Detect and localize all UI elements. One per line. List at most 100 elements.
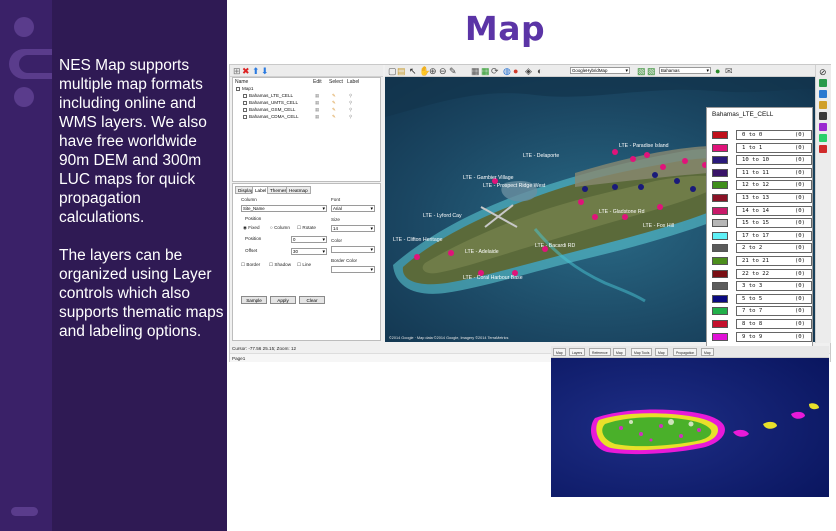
column-radio[interactable]: ○ Column (270, 225, 290, 230)
tool-icon-blue[interactable] (819, 90, 827, 98)
inset-tab[interactable]: Map (613, 348, 626, 356)
tool-icon-yellow[interactable] (819, 101, 827, 109)
move-up-icon[interactable]: ⬆ (252, 66, 260, 76)
new-map-icon[interactable]: ▢ (388, 66, 397, 76)
inset-tab[interactable]: Map Tools (631, 348, 653, 356)
map-layer2-icon[interactable]: ▧ (647, 66, 656, 76)
site-marker[interactable] (690, 186, 696, 192)
inset-tab[interactable]: Map (553, 348, 566, 356)
column-select[interactable]: Site_Name (241, 205, 327, 212)
site-marker[interactable] (674, 178, 680, 184)
earth-icon[interactable]: ◐ (537, 66, 542, 76)
tab-heatmap[interactable]: Heatmap (286, 186, 311, 194)
edit-icon[interactable]: ▦ (315, 93, 319, 99)
root-checkbox[interactable] (236, 86, 240, 91)
tool-icon-dark[interactable] (819, 112, 827, 120)
offset-select[interactable]: 30 (291, 248, 327, 255)
move-down-icon[interactable]: ⬇ (261, 66, 269, 76)
basemap-select[interactable]: GoogleHybridMap (570, 67, 630, 74)
refresh-icon[interactable]: ⟳ (491, 66, 499, 76)
fixed-radio[interactable]: ◉ Fixed (243, 225, 260, 231)
layer-item[interactable]: Bahamas_GSM_CELL ▦ ✎ ⚲ (243, 107, 387, 114)
layers-icon[interactable]: ◈ (525, 66, 532, 76)
map-label: LTE - Fox Hill (643, 223, 674, 229)
layer-item[interactable]: Bahamas_LTE_CELL ▦ ✎ ⚲ (243, 93, 387, 100)
site-marker[interactable] (682, 158, 688, 164)
legend-range-label: 8 to 8 (0) (736, 319, 812, 329)
label-icon[interactable]: ⚲ (349, 100, 352, 106)
position-group-label: Position (245, 216, 262, 221)
inset-tab[interactable]: Map (701, 348, 714, 356)
color-select[interactable] (331, 246, 375, 253)
map-layer-icon[interactable]: ▧ (637, 66, 646, 76)
region-select[interactable]: Bahamas (659, 67, 711, 74)
tool-icon-purple[interactable] (819, 123, 827, 131)
tool-icon-red[interactable] (819, 145, 827, 153)
clear-button[interactable]: Clear (299, 296, 325, 304)
layer-item[interactable]: Bahamas_UMTS_CELL ▦ ✎ ⚲ (243, 100, 387, 107)
open-icon[interactable]: ▤ (397, 66, 406, 76)
size-select[interactable]: 14 (331, 225, 375, 232)
edit-icon[interactable]: ▦ (315, 114, 319, 120)
globe-icon[interactable]: ◍ (503, 66, 511, 76)
pin-icon[interactable]: ● (513, 66, 518, 76)
select-icon[interactable]: ✎ (332, 93, 336, 99)
label-icon[interactable]: ⚲ (349, 114, 352, 120)
select-icon[interactable]: ✎ (332, 100, 336, 106)
tool-icon-teal[interactable] (819, 134, 827, 142)
site-marker[interactable] (612, 184, 618, 190)
inset-tab[interactable]: Propagation (673, 348, 698, 356)
inset-tab[interactable]: Reference (589, 348, 611, 356)
zoom-out-icon[interactable]: ⊖ (439, 66, 447, 76)
inset-tab[interactable]: Map (655, 348, 668, 356)
edit-icon[interactable]: ▦ (315, 100, 319, 106)
site-marker[interactable] (660, 164, 666, 170)
measure-icon[interactable]: ✎ (449, 66, 457, 76)
shadow-checkbox[interactable]: ☐ Shadow (269, 262, 291, 268)
zoom-in-icon[interactable]: ⊕ (429, 66, 437, 76)
add-layer-icon[interactable]: ⊞ (233, 66, 241, 76)
wms-icon[interactable]: ▦ (471, 66, 480, 76)
site-marker[interactable] (638, 184, 644, 190)
delete-layer-icon[interactable]: ✖ (242, 66, 250, 76)
legend-swatch (712, 231, 728, 240)
site-marker[interactable] (582, 186, 588, 192)
site-marker[interactable] (630, 156, 636, 162)
select-icon[interactable]: ✎ (332, 107, 336, 113)
site-marker[interactable] (592, 214, 598, 220)
edit-icon[interactable]: ▦ (315, 107, 319, 113)
site-marker[interactable] (644, 152, 650, 158)
site-marker[interactable] (612, 149, 618, 155)
go-icon[interactable]: ● (715, 66, 720, 76)
no-entry-icon[interactable]: ⊘ (819, 67, 827, 77)
grid-icon[interactable]: ▦ (481, 66, 490, 76)
site-marker[interactable] (448, 250, 454, 256)
line-checkbox[interactable]: ☐ Line (297, 262, 311, 268)
layer-checkbox[interactable] (243, 93, 247, 98)
layer-root[interactable]: Map1 (236, 86, 380, 93)
tool-icon-green[interactable] (819, 79, 827, 87)
label-icon[interactable]: ⚲ (349, 93, 352, 99)
pointer-icon[interactable]: ↖ (409, 66, 417, 76)
rotate-checkbox[interactable]: ☐ Rotate (297, 225, 316, 231)
site-marker[interactable] (414, 254, 420, 260)
border-checkbox[interactable]: ☐ Border (241, 262, 260, 268)
site-marker[interactable] (657, 204, 663, 210)
label-icon[interactable]: ⚲ (349, 107, 352, 113)
select-icon[interactable]: ✎ (332, 114, 336, 120)
border-color-select[interactable] (331, 266, 375, 273)
legend-item: 1 to 1 (0) (712, 142, 812, 153)
site-marker[interactable] (578, 199, 584, 205)
inset-tab[interactable]: Layers (569, 348, 586, 356)
mail-icon[interactable]: ✉ (725, 66, 733, 76)
position-select[interactable]: 0 (291, 236, 327, 243)
layer-checkbox[interactable] (243, 100, 247, 105)
layer-checkbox[interactable] (243, 114, 247, 119)
font-select[interactable]: Arial (331, 205, 375, 212)
apply-button[interactable]: Apply (270, 296, 296, 304)
legend-range-label: 17 to 17 (0) (736, 230, 812, 241)
sample-button[interactable]: Sample (241, 296, 267, 304)
site-marker[interactable] (652, 172, 658, 178)
layer-checkbox[interactable] (243, 107, 247, 112)
layer-item[interactable]: Bahamas_CDMA_CELL ▦ ✎ ⚲ (243, 114, 387, 121)
